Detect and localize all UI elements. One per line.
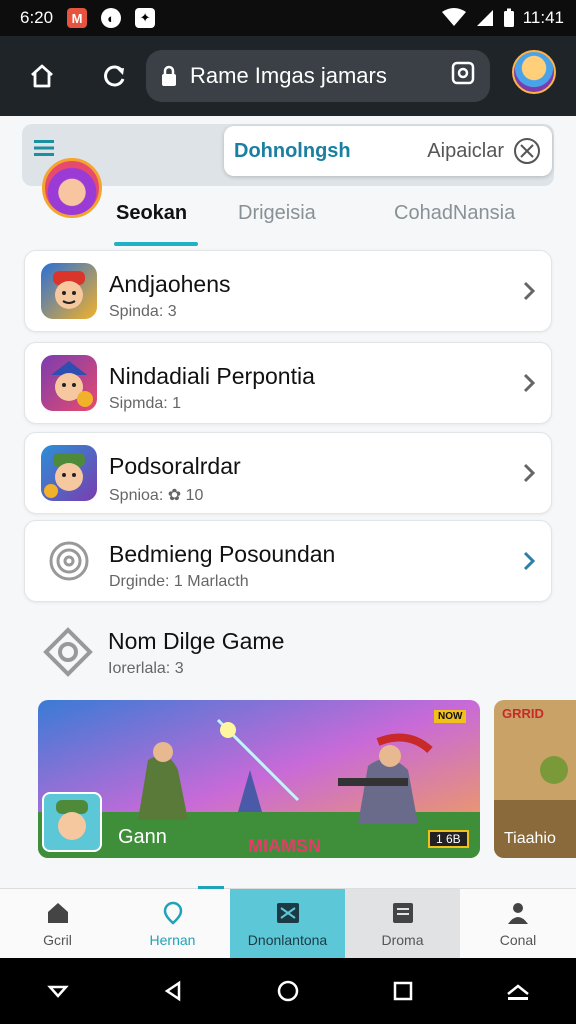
nav-hernan[interactable]: Hernan: [115, 889, 230, 959]
list-item[interactable]: Bedmieng Posoundan Drginde: 1 Marlacth: [24, 520, 552, 602]
reload-button[interactable]: [92, 54, 136, 98]
main-content: Dohnolngsh Aipaiclar Seokan Drigeisia Co…: [0, 116, 576, 888]
location-icon: [163, 901, 182, 925]
item-title: Nindadiali Perpontia: [109, 363, 315, 389]
clear-icon[interactable]: [512, 136, 542, 166]
tab-bar: Seokan Drigeisia CohadNansia: [0, 192, 576, 246]
home-icon: [47, 903, 68, 923]
list-item[interactable]: Nom Dilge Game Iorerlala: 3: [24, 616, 552, 692]
nav-label: Gcril: [43, 932, 72, 948]
lock-icon: [162, 65, 176, 86]
nav-droma[interactable]: Droma: [345, 889, 460, 959]
chevron-right-icon: [523, 463, 536, 483]
document-icon: [392, 903, 413, 923]
signal-icon: [476, 10, 493, 26]
wifi-icon: [441, 8, 466, 26]
address-bar[interactable]: Rame Imgas jamars: [146, 50, 490, 102]
menu-button[interactable]: [34, 136, 54, 164]
nav-label: Hernan: [149, 932, 196, 948]
nav-dnonlantona[interactable]: Dnonlantona: [230, 889, 345, 959]
item-subtitle: Spinda: 3: [109, 303, 177, 320]
search-value: Dohnolngsh: [234, 139, 351, 162]
spiral-icon: [41, 533, 97, 589]
browser-toolbar: Rame Imgas jamars: [0, 36, 576, 116]
list-item[interactable]: Nindadiali Perpontia Sipmda: 1: [24, 342, 552, 424]
item-subtitle: Spnioa: ✿ 10: [109, 487, 204, 504]
keyboard-button[interactable]: [498, 971, 538, 1011]
item-subtitle: Iorerlala: 3: [108, 660, 184, 677]
home-button[interactable]: [20, 54, 64, 98]
chevron-down-icon: [46, 985, 69, 998]
reload-icon: [104, 65, 125, 87]
item-title: Nom Dilge Game: [108, 628, 285, 654]
chevron-right-icon: [523, 551, 536, 571]
recents-button[interactable]: [383, 971, 423, 1011]
nav-label: Dnonlantona: [247, 932, 328, 948]
banner-title: MIAMSN: [248, 836, 321, 856]
chevron-right-icon: [523, 281, 536, 301]
search-filter-label: Aipaiclar: [427, 139, 504, 162]
square-icon: [393, 981, 413, 1001]
banner-caption: Tiaahio: [504, 830, 556, 847]
nav-home[interactable]: Gcril: [0, 889, 115, 959]
app-notification-icon: ◐: [101, 8, 122, 28]
game-artwork: [38, 700, 480, 858]
home-icon: [31, 64, 53, 88]
game-notification-icon: ✦: [135, 8, 156, 28]
diamond-icon: [40, 624, 96, 680]
news-icon: [276, 903, 299, 923]
featured-game-banner[interactable]: Gann MIAMSN NOW 1 6B: [38, 700, 480, 858]
person-icon: [508, 903, 528, 924]
game-avatar-icon: [41, 263, 97, 319]
profile-avatar[interactable]: [512, 50, 556, 94]
list-item[interactable]: Podsoralrdar Spnioa: ✿ 10: [24, 432, 552, 514]
home-system-button[interactable]: [268, 971, 308, 1011]
status-time: 6:20: [20, 8, 54, 27]
item-subtitle: Sipmda: 1: [109, 395, 182, 412]
item-title: Andjaohens: [109, 271, 231, 297]
back-button[interactable]: [153, 971, 193, 1011]
chevron-right-icon: [523, 373, 536, 393]
tab-seokan[interactable]: Seokan: [116, 202, 187, 225]
url-text: Rame Imgas jamars: [190, 63, 387, 88]
bottom-navigation: Gcril Hernan Dnonlantona Droma Conal: [0, 886, 576, 959]
hamburger-icon: [34, 140, 54, 156]
tab-drigeisia[interactable]: Drigeisia: [238, 202, 316, 225]
banner-caption: Gann: [118, 826, 167, 848]
active-tab-indicator: [114, 242, 198, 246]
item-subtitle: Drginde: 1 Marlacth: [109, 573, 249, 590]
nav-label: Conal: [499, 932, 537, 948]
keyboard-hide-icon: [507, 984, 530, 1000]
tabs-icon: [451, 61, 475, 85]
tab-cohadnansia[interactable]: CohadNansia: [394, 202, 515, 225]
banner-rating: 1 6B: [428, 830, 469, 848]
status-clock: 11:41: [522, 8, 564, 27]
status-bar: 6:20 M ◐ ✦ 11:41: [0, 0, 576, 36]
tabs-button[interactable]: [450, 60, 476, 92]
circle-home-icon: [277, 980, 299, 1002]
system-navigation: [0, 958, 576, 1024]
game-thumbnail: [42, 792, 102, 852]
back-icon: [164, 980, 181, 1002]
banner-badge: NOW: [434, 710, 467, 723]
nav-conal[interactable]: Conal: [460, 889, 576, 959]
item-title: Bedmieng Posoundan: [109, 541, 336, 567]
gmail-notification-icon: M: [67, 8, 88, 28]
game-avatar-icon: [41, 355, 97, 411]
assistant-button[interactable]: [38, 971, 78, 1011]
list-item[interactable]: Andjaohens Spinda: 3: [24, 250, 552, 332]
search-field[interactable]: Dohnolngsh Aipaiclar: [224, 126, 552, 176]
item-title: Podsoralrdar: [109, 453, 241, 479]
game-avatar-icon: [41, 445, 97, 501]
game-banner[interactable]: GRRID Tiaahio: [494, 700, 576, 858]
banner-title: GRRID: [502, 706, 544, 721]
nav-label: Droma: [381, 932, 424, 948]
battery-icon: [503, 8, 514, 27]
